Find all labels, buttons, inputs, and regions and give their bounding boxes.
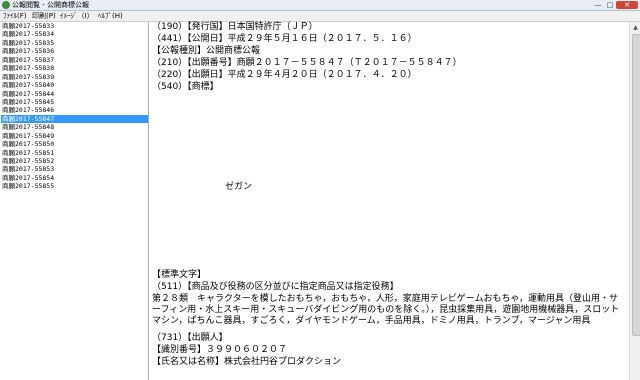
application-list-item[interactable]: 商願2017-55844: [1, 90, 148, 98]
application-list-item[interactable]: 商願2017-55840: [1, 81, 148, 89]
application-list-item[interactable]: 商願2017-55853: [1, 165, 148, 173]
goods-paragraph: 第２８類 キャラクターを模したおもちゃ，おもちゃ，人形，家庭用テレビゲームおもち…: [152, 294, 620, 326]
detail-line: （190）【発行国】日本国特許庁（ＪＰ）: [152, 22, 318, 32]
detail-line: 【氏名又は名称】株式会社円谷プロダクション: [152, 357, 342, 367]
detail-line: 【公報種別】公開商標公報: [152, 46, 261, 56]
title-bar: 公報閲覧 - 公開商標公報 — □ ✕: [0, 0, 640, 11]
application-list-item[interactable]: 商願2017-55838: [1, 64, 148, 72]
application-list-item[interactable]: 商願2017-55850: [1, 140, 148, 148]
detail-line: 【標準文字】: [152, 270, 207, 280]
detail-line: （540）【商標】: [152, 82, 219, 92]
app-icon: [2, 1, 10, 9]
menu-file[interactable]: ﾌｧｲﾙ(F): [3, 11, 27, 21]
application-list-item[interactable]: 商願2017-55836: [1, 47, 148, 55]
trademark-text: ゼガン: [225, 182, 253, 192]
detail-line: （441）【公開日】平成２９年５月１６日（２０１７．５．１６）: [152, 34, 417, 44]
window-title: 公報閲覧 - 公開商標公報: [12, 1, 89, 9]
menu-help[interactable]: ﾍﾙﾌﾟ(H): [98, 11, 123, 21]
detail-line: 【識別番号】３９９０６０２０７: [152, 345, 288, 355]
application-list: 商願2017-55833 商願2017-55834 商願2017-55835 商願20…: [1, 22, 148, 191]
vertical-scrollbar[interactable]: ▲: [629, 22, 640, 380]
close-button[interactable]: ✕: [616, 1, 638, 9]
detail-line: （220）【出願日】平成２９年４月２０日（２０１７．４．２０）: [152, 70, 417, 80]
maximize-button[interactable]: □: [604, 1, 616, 9]
application-list-item[interactable]: 商願2017-55855: [1, 182, 148, 190]
detail-panel: （190）【発行国】日本国特許庁（ＪＰ） （441）【公開日】平成２９年５月１６…: [149, 22, 629, 380]
application-list-item[interactable]: 商願2017-55839: [1, 73, 148, 81]
application-list-item[interactable]: 商願2017-55847: [1, 114, 148, 124]
minimize-button[interactable]: —: [592, 1, 604, 9]
scroll-up-arrow-icon[interactable]: ▲: [631, 23, 640, 32]
application-list-item[interactable]: 商願2017-55837: [1, 56, 148, 64]
application-list-panel: 商願2017-55833 商願2017-55834 商願2017-55835 商願20…: [0, 22, 149, 380]
detail-line: （511）【商品及び役務の区分並びに指定商品又は指定役務】: [152, 282, 399, 292]
menu-print[interactable]: 印刷(P): [32, 11, 56, 21]
application-list-item[interactable]: 商願2017-55834: [1, 30, 148, 38]
menu-image[interactable]: ｲﾒｰｼﾞ（I）: [60, 11, 94, 21]
scrollbar-thumb[interactable]: [632, 34, 640, 336]
detail-line: （731）【出願人】: [152, 333, 228, 343]
detail-line: （210）【出願番号】商願２０１７－５５８４７（Ｔ２０１７－５５８４７）: [152, 58, 462, 68]
menu-bar: ﾌｧｲﾙ(F) 印刷(P) ｲﾒｰｼﾞ（I） ﾍﾙﾌﾟ(H): [0, 11, 640, 22]
application-list-item[interactable]: 商願2017-55849: [1, 132, 148, 140]
application-list-item[interactable]: 商願2017-55851: [1, 149, 148, 157]
application-list-item[interactable]: 商願2017-55846: [1, 106, 148, 114]
application-list-item[interactable]: 商願2017-55848: [1, 123, 148, 131]
